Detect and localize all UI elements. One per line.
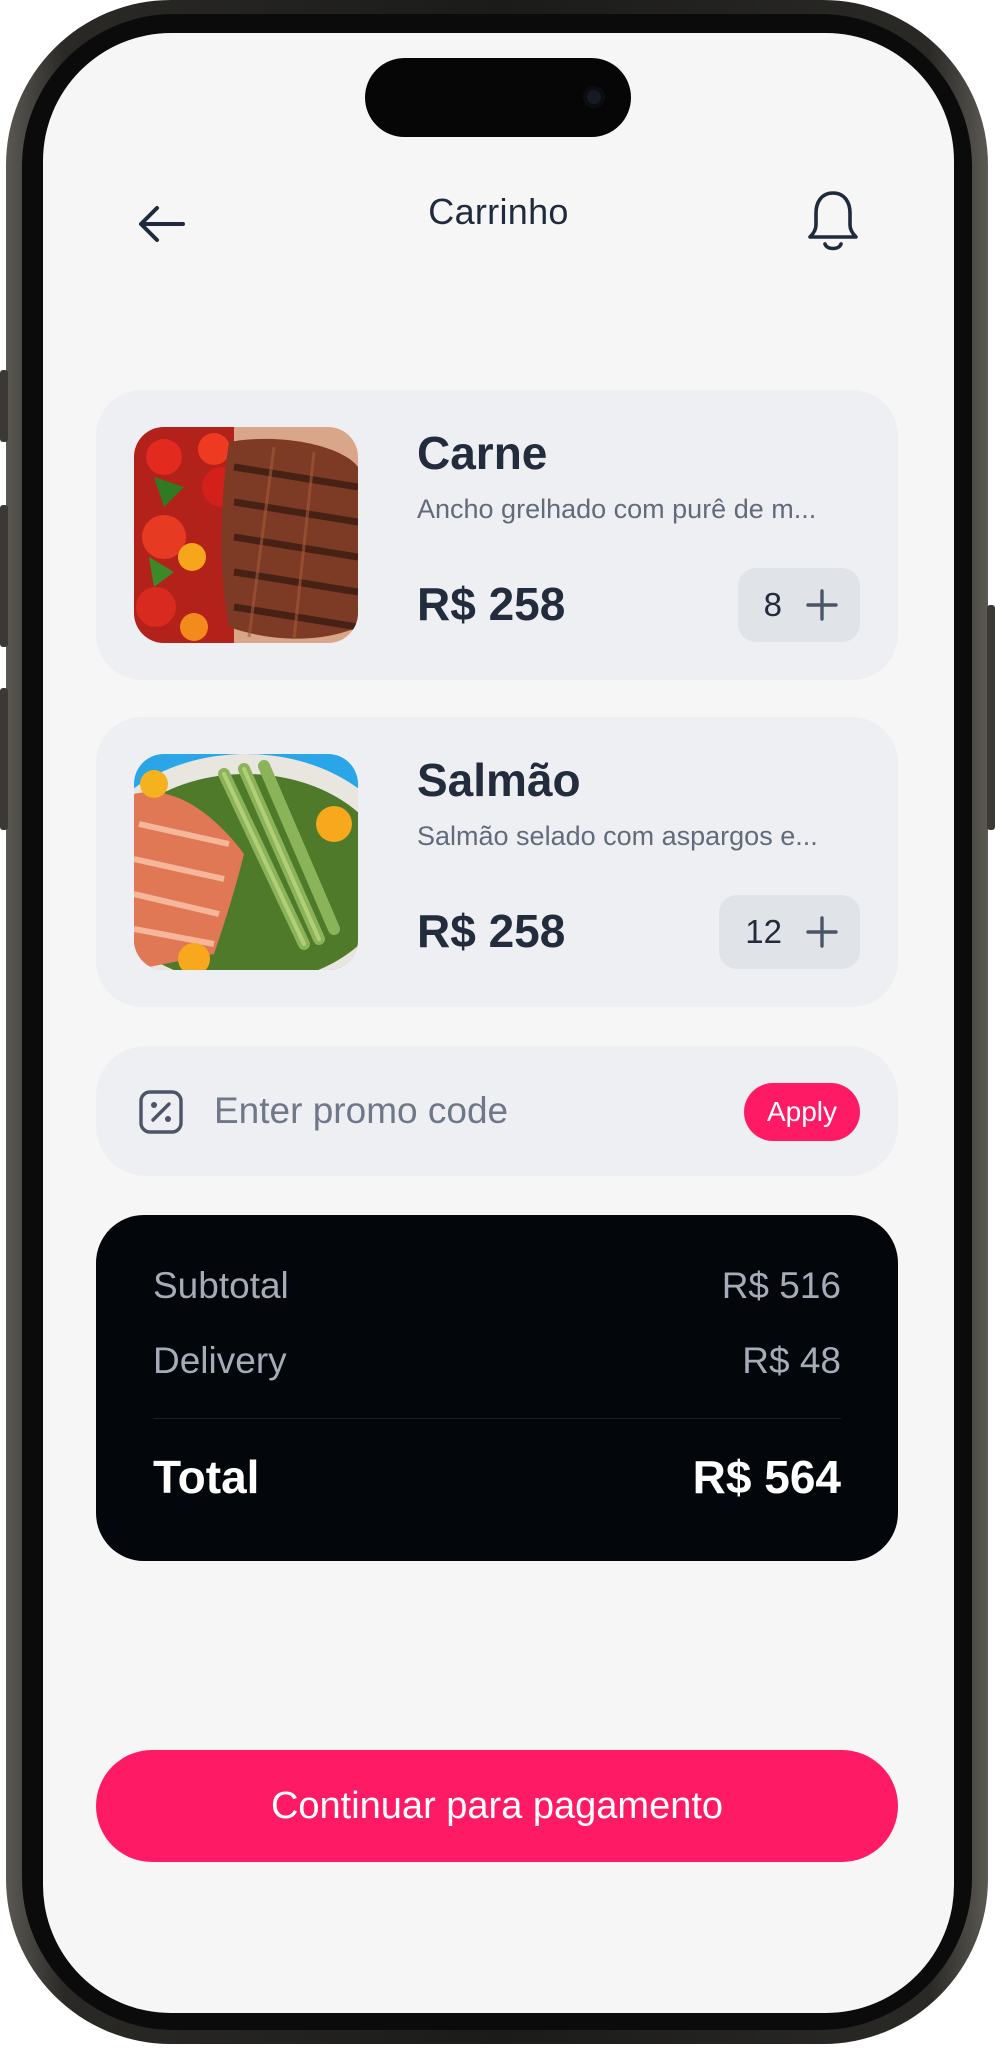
discount-icon: [139, 1090, 183, 1134]
plus-icon[interactable]: [804, 587, 840, 623]
bell-icon: [808, 191, 858, 251]
cart-item-description: Salmão selado com aspargos e...: [417, 821, 818, 851]
apply-promo-button[interactable]: Apply: [744, 1083, 860, 1141]
quantity-value: 8: [763, 586, 782, 623]
quantity-value: 12: [745, 913, 782, 950]
cart-item-price: R$ 258: [417, 905, 566, 957]
cart-item-price: R$ 258: [417, 578, 566, 630]
delivery-value: R$ 48: [742, 1340, 841, 1381]
action-button: [0, 370, 8, 442]
continue-to-payment-button[interactable]: Continuar para pagamento: [96, 1750, 898, 1862]
notifications-button[interactable]: [805, 185, 861, 257]
plus-icon[interactable]: [804, 914, 840, 950]
total-value: R$ 564: [692, 1451, 841, 1503]
subtotal-value: R$ 516: [721, 1265, 841, 1306]
app-screen: Carrinho Carne Ancho grelhado com purê d…: [43, 33, 954, 2013]
quantity-stepper: 12: [719, 895, 860, 969]
cart-item-name: Salmão: [417, 754, 581, 806]
delivery-row: Delivery R$ 48: [153, 1340, 841, 1382]
cart-item-name: Carne: [417, 427, 548, 479]
cart-item-image: [134, 427, 358, 643]
volume-up-button: [0, 505, 8, 647]
power-button: [987, 605, 995, 830]
order-summary: Subtotal R$ 516 Delivery R$ 48 Total R$ …: [96, 1215, 898, 1561]
summary-divider: [153, 1418, 841, 1419]
cart-item-image: [134, 754, 358, 970]
promo-code-input[interactable]: [214, 1082, 714, 1140]
total-row: Total R$ 564: [153, 1450, 841, 1504]
camera-icon: [583, 86, 605, 108]
subtotal-label: Subtotal: [153, 1265, 289, 1306]
cart-item-description: Ancho grelhado com purê de m...: [417, 494, 817, 524]
delivery-label: Delivery: [153, 1340, 287, 1381]
subtotal-row: Subtotal R$ 516: [153, 1265, 841, 1307]
quantity-stepper: 8: [737, 568, 860, 642]
dynamic-island: [365, 58, 631, 137]
total-label: Total: [153, 1451, 260, 1503]
cart-item-card: Carne Ancho grelhado com purê de m... R$…: [96, 390, 898, 680]
promo-code-field: Apply: [96, 1046, 898, 1176]
cart-item-card: Salmão Salmão selado com aspargos e... R…: [96, 717, 898, 1007]
volume-down-button: [0, 688, 8, 830]
